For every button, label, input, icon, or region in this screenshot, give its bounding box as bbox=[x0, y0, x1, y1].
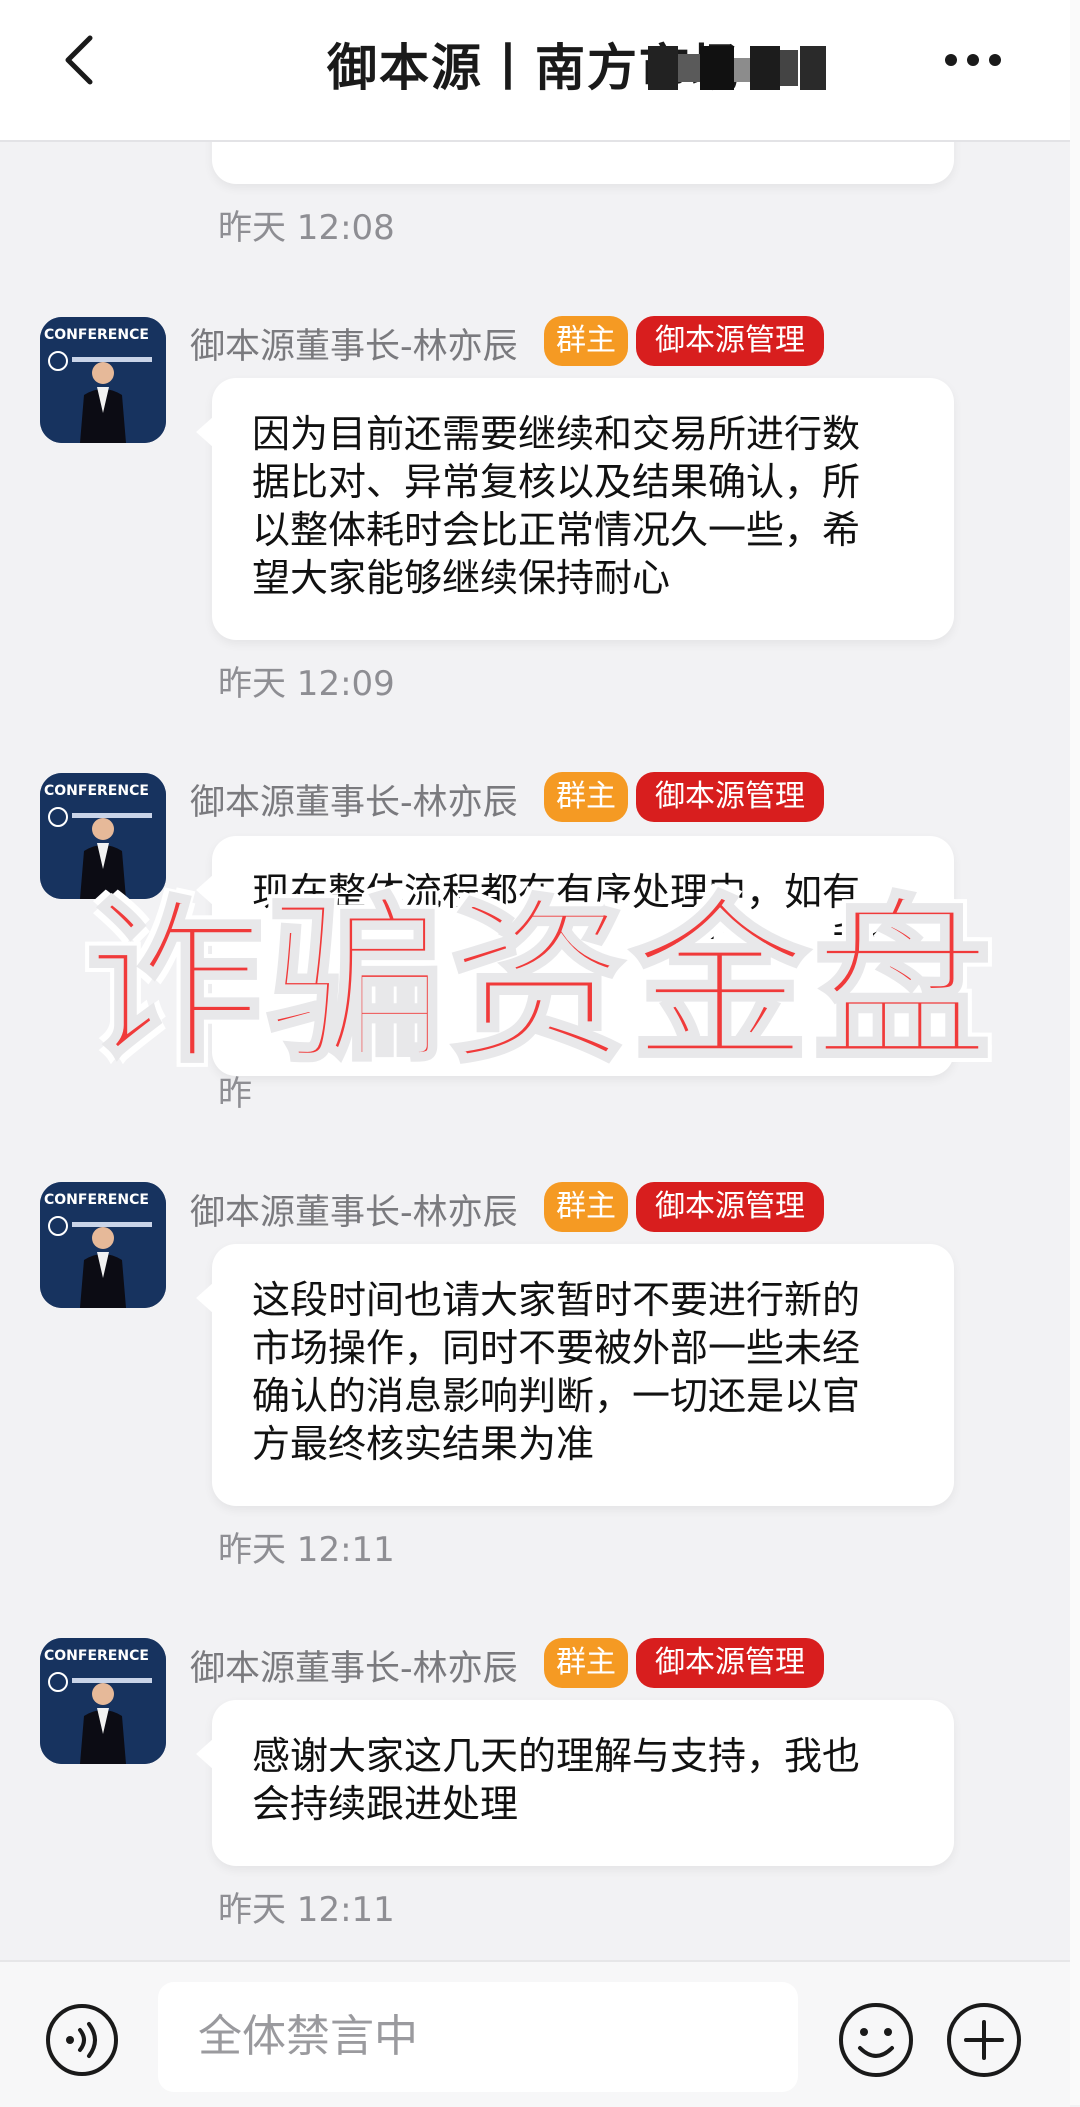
voice-icon bbox=[46, 2004, 118, 2076]
avatar-text: CONFERENCE bbox=[44, 327, 149, 343]
emoji-icon bbox=[839, 2003, 913, 2077]
message-time: 昨天 12:09 bbox=[218, 664, 395, 704]
message-input[interactable]: 全体禁言中 bbox=[158, 1982, 798, 2092]
message-line: 这段时间也请大家暂时不要进行新的 bbox=[252, 1278, 861, 1322]
avatar-text: CONFERENCE bbox=[44, 1648, 149, 1664]
owner-badge: 群主 bbox=[544, 1638, 628, 1688]
message-line: 感谢大家这几天的理解与支持，我也 bbox=[252, 1734, 861, 1778]
owner-badge: 群主 bbox=[544, 1182, 628, 1232]
message-bubble[interactable]: 这段时间也请大家暂时不要进行新的 市场操作，同时不要被外部一些未经 确认的消息影… bbox=[196, 1244, 954, 1506]
top-bar: 御本源丨南方市场 bbox=[0, 0, 1070, 142]
input-bar: 全体禁言中 bbox=[0, 1960, 1070, 2107]
avatar[interactable]: CONFERENCE bbox=[40, 1182, 166, 1308]
page-title: 御本源丨南方市场 bbox=[327, 39, 743, 97]
avatar-text: CONFERENCE bbox=[44, 1192, 149, 1208]
avatar[interactable]: CONFERENCE bbox=[40, 317, 166, 443]
owner-badge: 群主 bbox=[544, 772, 628, 822]
admin-badge: 御本源管理 bbox=[636, 1638, 824, 1688]
warning-watermark: 诈骗资金盘 bbox=[83, 877, 995, 1088]
message-time: 昨天 12:11 bbox=[218, 1890, 395, 1930]
message-line: 望大家能够继续保持耐心 bbox=[252, 556, 671, 600]
more-icon bbox=[945, 54, 1001, 66]
message-line: 以整体耗时会比正常情况久一些，希 bbox=[252, 508, 861, 552]
message-bubble[interactable]: 因为目前还需要继续和交易所进行数 据比对、异常复核以及结果确认，所 以整体耗时会… bbox=[196, 378, 954, 640]
message-line: 因为目前还需要继续和交易所进行数 bbox=[252, 412, 861, 456]
voice-button[interactable] bbox=[44, 2002, 120, 2078]
message-line: 会持续跟进处理 bbox=[252, 1782, 519, 1826]
admin-badge: 御本源管理 bbox=[636, 316, 824, 366]
message-line: 据比对、异常复核以及结果确认，所 bbox=[252, 460, 861, 504]
sender-name: 御本源董事长-林亦辰 bbox=[190, 783, 518, 823]
message-bubble[interactable]: 感谢大家这几天的理解与支持，我也 会持续跟进处理 bbox=[196, 1700, 954, 1866]
message-line: 方最终核实结果为准 bbox=[252, 1422, 595, 1466]
plus-icon bbox=[947, 2003, 1021, 2077]
message-time: 昨天 12:08 bbox=[218, 208, 395, 248]
emoji-button[interactable] bbox=[836, 2000, 916, 2080]
message-time: 昨天 12:11 bbox=[218, 1530, 395, 1570]
avatar[interactable]: CONFERENCE bbox=[40, 1638, 166, 1764]
pixelated-region bbox=[640, 40, 840, 96]
sender-name: 御本源董事长-林亦辰 bbox=[190, 327, 518, 367]
message-line: 确认的消息影响判断，一切还是以官 bbox=[252, 1374, 861, 1418]
avatar-text: CONFERENCE bbox=[44, 783, 149, 799]
screen-edge bbox=[1070, 0, 1080, 2105]
message-line: 市场操作，同时不要被外部一些未经 bbox=[252, 1326, 861, 1370]
sender-name: 御本源董事长-林亦辰 bbox=[190, 1193, 518, 1233]
plus-button[interactable] bbox=[944, 2000, 1024, 2080]
more-button[interactable] bbox=[942, 44, 1004, 76]
admin-badge: 御本源管理 bbox=[636, 772, 824, 822]
sender-name: 御本源董事长-林亦辰 bbox=[190, 1649, 518, 1689]
owner-badge: 群主 bbox=[544, 316, 628, 366]
admin-badge: 御本源管理 bbox=[636, 1182, 824, 1232]
